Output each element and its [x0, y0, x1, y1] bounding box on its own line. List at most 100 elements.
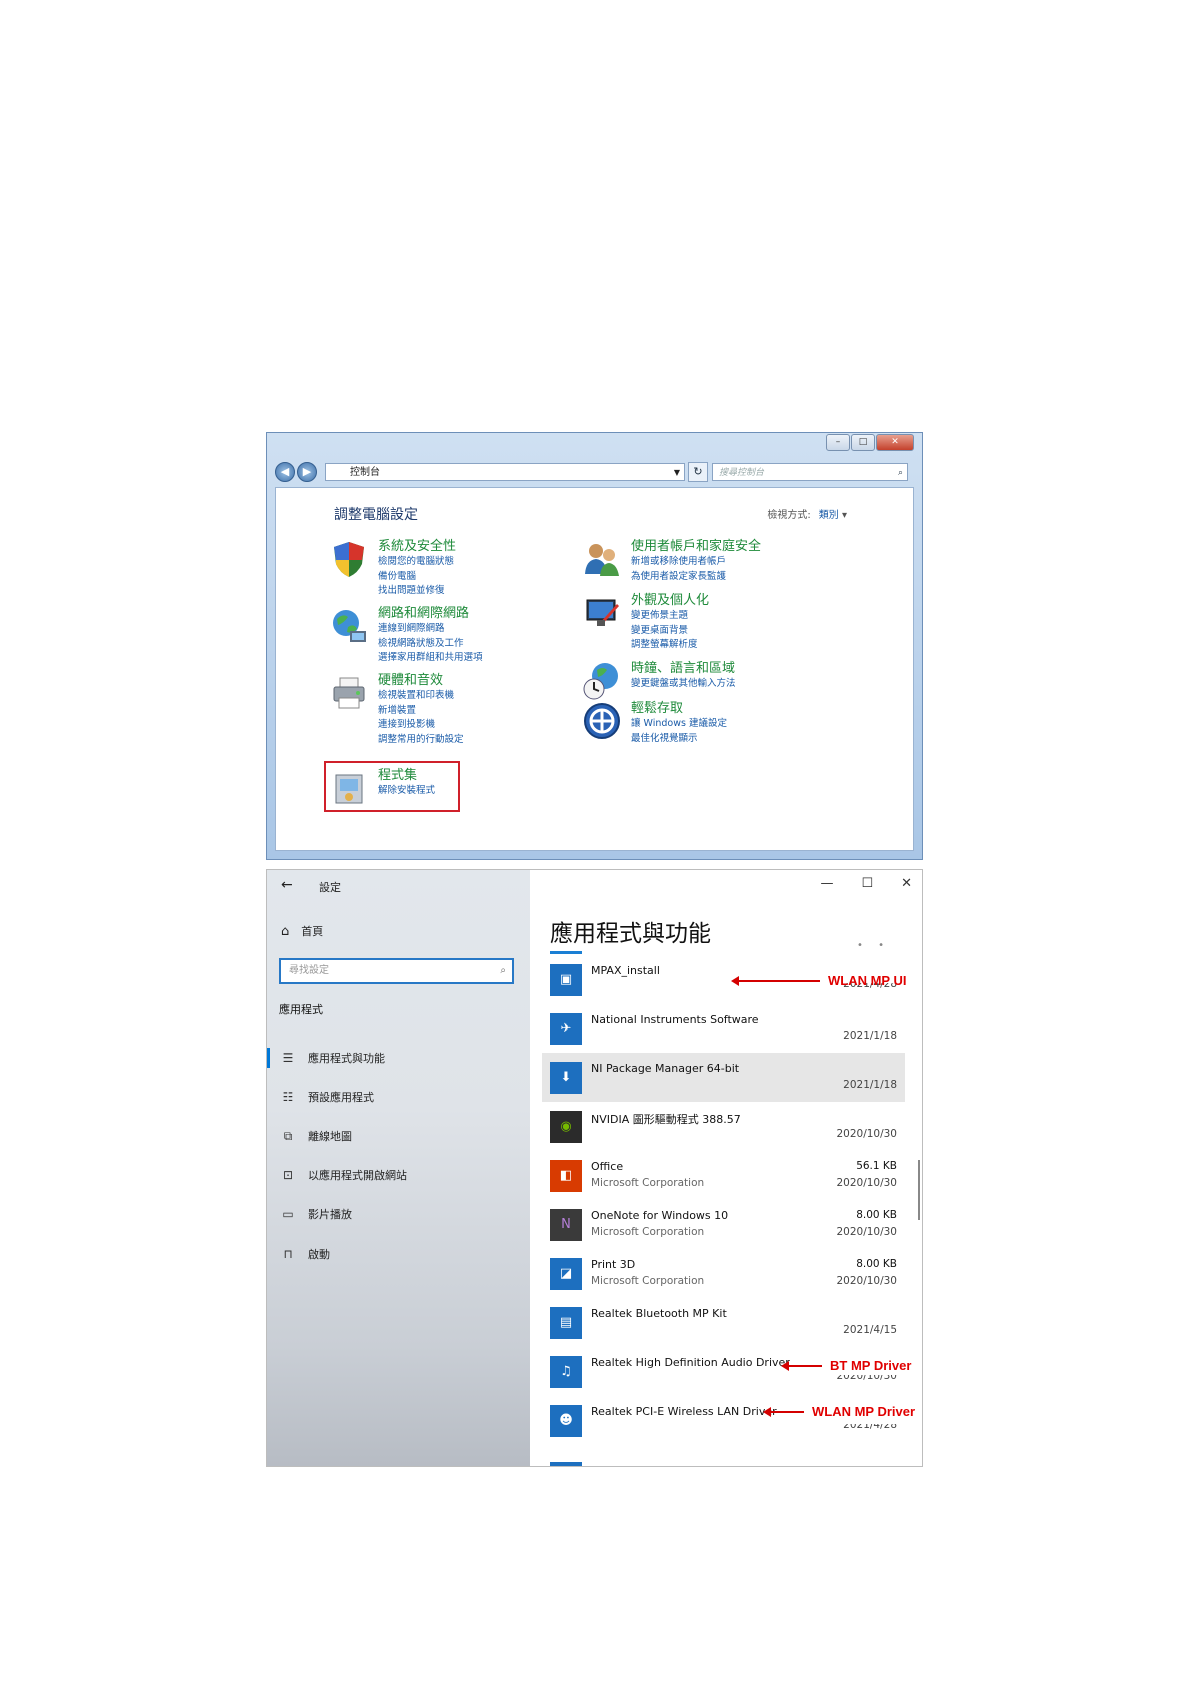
ni-eagle-icon: ✈ — [550, 1013, 582, 1045]
settings-window: ← 設定 ⌂ 首頁 尋找設定 ⌕ 應用程式 ☰ 應用程式與功能 ☷ 預設應用程式… — [266, 869, 923, 1467]
app-name: NVIDIA 圖形驅動程式 388.57 — [591, 1113, 741, 1126]
category-user-accounts[interactable]: 使用者帳戶和家庭安全 新增或移除使用者帳戶 為使用者設定家長監護 — [581, 538, 761, 584]
sidebar-item-offline-maps[interactable]: ⧉ 離線地圖 — [267, 1126, 352, 1146]
back-arrow-icon[interactable]: ← — [281, 877, 293, 893]
app-name: Realtek Bluetooth MP Kit — [591, 1307, 727, 1320]
category-link[interactable]: 變更桌面背景 — [631, 624, 709, 639]
category-link[interactable]: 檢視網路狀態及工作 — [378, 637, 483, 652]
category-link[interactable]: 連接到投影機 — [378, 718, 464, 733]
app-list-item[interactable]: ▤ Realtek Bluetooth MP Kit 2021/4/15 — [542, 1298, 905, 1347]
search-input[interactable]: 搜尋控制台 ⌕ — [712, 463, 908, 481]
app-date: 2020/10/30 — [836, 1275, 897, 1287]
category-link[interactable]: 找出問題並修復 — [378, 584, 456, 599]
category-link[interactable]: 為使用者設定家長監護 — [631, 570, 761, 585]
app-list-item[interactable]: ✈ National Instruments Software 2021/1/1… — [542, 1004, 905, 1053]
view-by-dropdown[interactable]: 類別 — [819, 510, 839, 521]
breadcrumb[interactable]: 控制台 — [350, 467, 380, 478]
category-link[interactable]: 新增或移除使用者帳戶 — [631, 555, 761, 570]
maximize-button[interactable]: ☐ — [861, 876, 873, 891]
app-list-item[interactable]: ◪ Print 3D Microsoft Corporation 8.00 KB… — [542, 1249, 905, 1298]
minimize-button[interactable]: — — [820, 876, 833, 891]
sidebar-item-label: 離線地圖 — [308, 1130, 352, 1143]
startup-icon: ⊓ — [283, 1247, 293, 1261]
category-title[interactable]: 時鐘、語言和區域 — [631, 660, 736, 677]
category-title[interactable]: 硬體和音效 — [378, 672, 464, 689]
refresh-button[interactable]: ↻ — [688, 462, 708, 482]
chevron-down-icon[interactable]: ▼ — [674, 464, 680, 482]
category-title[interactable]: 外觀及個人化 — [631, 592, 709, 609]
category-title[interactable]: 使用者帳戶和家庭安全 — [631, 538, 761, 555]
category-link[interactable]: 新增裝置 — [378, 704, 464, 719]
app-date: 2021/1/18 — [843, 1030, 897, 1042]
category-link[interactable]: 讓 Windows 建議設定 — [631, 717, 727, 732]
sidebar-item-startup[interactable]: ⊓ 啟動 — [267, 1244, 330, 1264]
app-list-item[interactable]: ◉ NVIDIA 圖形驅動程式 388.57 2020/10/30 — [542, 1102, 905, 1151]
appearance-icon — [586, 599, 619, 626]
category-link[interactable]: 調整螢幕解析度 — [631, 638, 709, 653]
annotation-label: BT MP Driver — [830, 1358, 912, 1373]
sidebar-item-label: 啟動 — [308, 1248, 330, 1261]
category-system-security[interactable]: 系統及安全性 檢閱您的電腦狀態 備份電腦 找出問題並修復 — [328, 538, 456, 599]
sidebar-item-home[interactable]: ⌂ 首頁 — [281, 923, 323, 939]
category-link[interactable]: 變更佈景主題 — [631, 609, 709, 624]
office-icon: ◧ — [550, 1160, 582, 1192]
category-title[interactable]: 網路和網際網路 — [378, 605, 483, 622]
category-ease-of-access[interactable]: 輕鬆存取 讓 Windows 建議設定 最佳化視覺顯示 — [581, 700, 727, 746]
app-name: Realtek PCI-E Wireless LAN Driver — [591, 1405, 777, 1418]
category-link[interactable]: 變更鍵盤或其他輸入方法 — [631, 677, 736, 692]
app-name: Office — [591, 1160, 624, 1173]
back-button[interactable]: ◀ — [275, 462, 295, 482]
app-date: 2020/10/30 — [836, 1177, 897, 1189]
category-link[interactable]: 檢閱您的電腦狀態 — [378, 555, 456, 570]
category-title[interactable]: 系統及安全性 — [378, 538, 456, 555]
minimize-button[interactable]: – — [826, 434, 850, 451]
chevron-down-icon[interactable]: ▾ — [842, 510, 847, 521]
settings-sidebar: ← 設定 ⌂ 首頁 尋找設定 ⌕ 應用程式 ☰ 應用程式與功能 ☷ 預設應用程式… — [267, 870, 530, 1466]
category-title[interactable]: 輕鬆存取 — [631, 700, 727, 717]
category-link[interactable]: 調整常用的行動設定 — [378, 733, 464, 748]
installer-icon: ▣ — [550, 964, 582, 996]
app-list-item[interactable]: N OneNote for Windows 10 Microsoft Corpo… — [542, 1200, 905, 1249]
category-link[interactable]: 最佳化視覺顯示 — [631, 732, 727, 747]
category-network-internet[interactable]: 網路和網際網路 連線到網際網路 檢視網路狀態及工作 選擇家用群組和共用選項 — [328, 605, 483, 666]
settings-main: — ☐ ✕ 應用程式與功能 • • ▣ MPAX_install 2021/4/… — [530, 870, 922, 1466]
sidebar-item-default-apps[interactable]: ☷ 預設應用程式 — [267, 1087, 374, 1107]
scrollbar[interactable] — [918, 1160, 920, 1220]
search-icon[interactable]: ⌕ — [898, 464, 903, 482]
app-name: MPAX_install — [591, 964, 660, 977]
search-icon[interactable]: ⌕ — [500, 960, 506, 982]
close-button[interactable]: ✕ — [901, 876, 912, 891]
category-link[interactable]: 備份電腦 — [378, 570, 456, 585]
sidebar-item-apps-for-websites[interactable]: ⊡ 以應用程式開啟網站 — [267, 1165, 407, 1185]
search-input[interactable]: 尋找設定 ⌕ — [279, 958, 514, 984]
audio-driver-icon: ♫ — [550, 1356, 582, 1388]
bluetooth-kit-icon: ▤ — [550, 1307, 582, 1339]
category-appearance[interactable]: 外觀及個人化 變更佈景主題 變更桌面背景 調整螢幕解析度 — [581, 592, 709, 653]
network-globe-icon — [333, 610, 366, 642]
sidebar-item-video-playback[interactable]: ▭ 影片播放 — [267, 1204, 352, 1224]
video-icon: ▭ — [282, 1207, 294, 1221]
app-name: NI Package Manager 64-bit — [591, 1062, 740, 1075]
app-list-item[interactable]: ◧ Office Microsoft Corporation 56.1 KB 2… — [542, 1151, 905, 1200]
app-name: Print 3D — [591, 1258, 636, 1271]
category-link[interactable]: 選擇家用群組和共用選項 — [378, 651, 483, 666]
forward-button[interactable]: ▶ — [297, 462, 317, 482]
print3d-icon: ◪ — [550, 1258, 582, 1290]
app-list-item-selected[interactable]: ⬇ NI Package Manager 64-bit 2021/1/18 — [542, 1053, 905, 1102]
app-publisher: Microsoft Corporation — [591, 1177, 705, 1189]
annotation-bt-mp-driver: BT MP Driver — [781, 1358, 912, 1373]
app-date: 2021/1/18 — [843, 1079, 897, 1091]
sidebar-item-apps-features[interactable]: ☰ 應用程式與功能 — [267, 1048, 385, 1068]
address-bar[interactable]: 控制台 ▼ — [325, 463, 685, 481]
category-hardware-sound[interactable]: 硬體和音效 檢視裝置和印表機 新增裝置 連接到投影機 調整常用的行動設定 — [328, 672, 464, 747]
search-placeholder: 尋找設定 — [289, 965, 329, 976]
category-clock-language-region[interactable]: 時鐘、語言和區域 變更鍵盤或其他輸入方法 — [581, 660, 736, 702]
category-link[interactable]: 連線到網際網路 — [378, 622, 483, 637]
app-date: 2020/10/30 — [836, 1226, 897, 1238]
maximize-button[interactable]: □ — [851, 434, 875, 451]
category-link[interactable]: 檢視裝置和印表機 — [378, 689, 464, 704]
close-button[interactable]: ✕ — [876, 434, 914, 451]
control-panel-window: – □ ✕ ◀ ▶ 控制台 ▼ ↻ 搜尋控制台 ⌕ 調整電腦設定 檢視方式: 類別… — [266, 432, 923, 860]
sidebar-item-label: 預設應用程式 — [308, 1091, 374, 1104]
next-app-icon-partial — [550, 1462, 582, 1466]
